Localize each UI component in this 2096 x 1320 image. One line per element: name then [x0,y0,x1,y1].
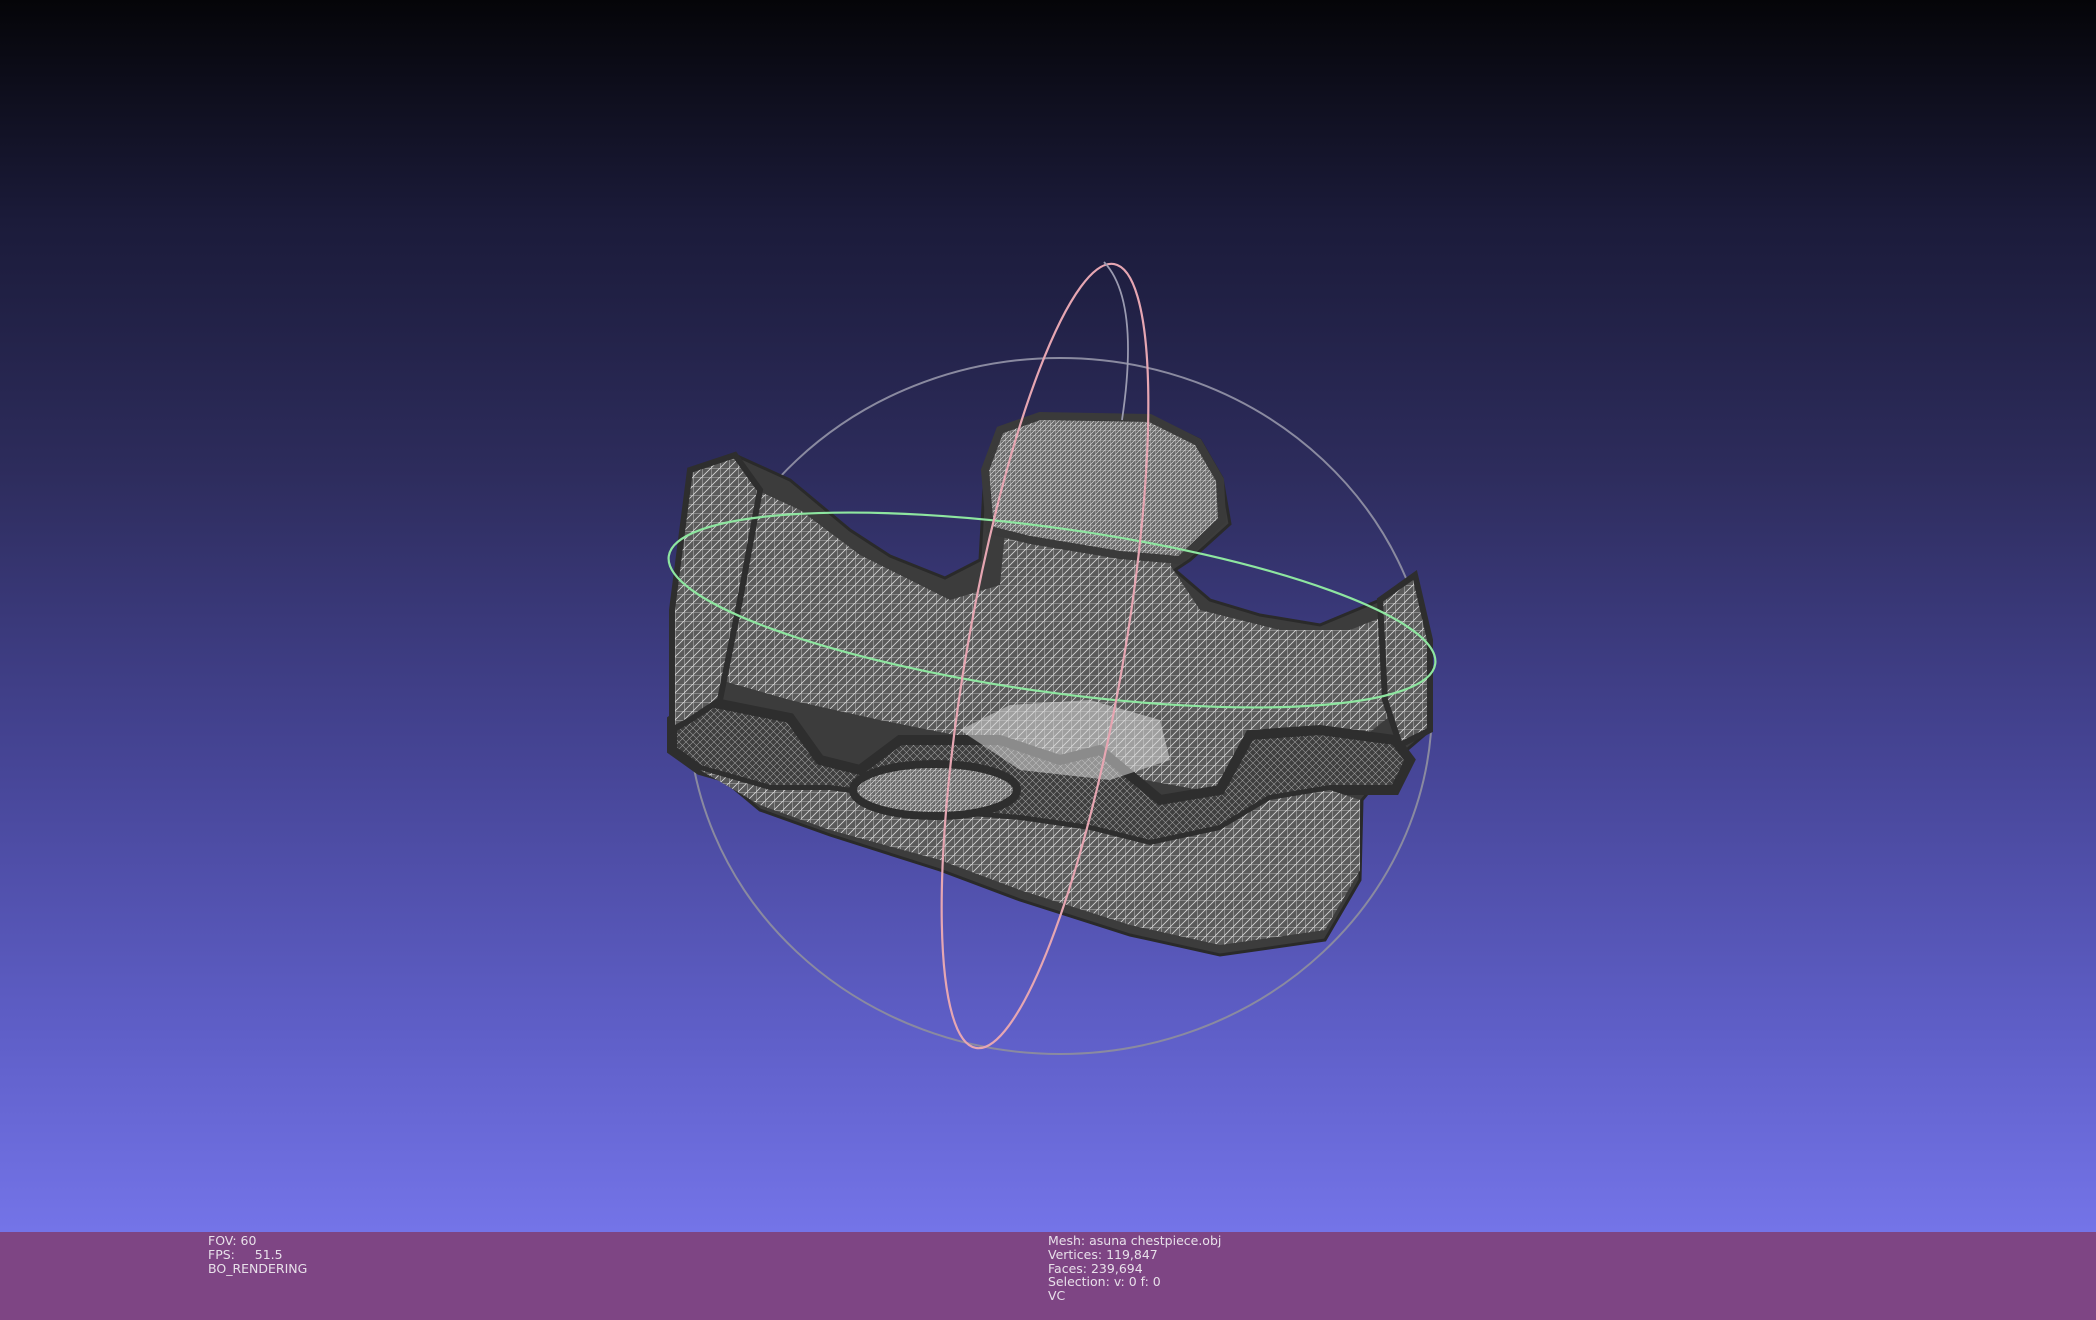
fps-line: FPS: 51.5 [208,1246,307,1262]
vertices-line: Vertices: 119,847 [1048,1246,1221,1262]
fov-value: 60 [240,1233,257,1248]
mesh-line: Mesh: asuna chestpiece.obj [1048,1234,1221,1248]
vertices-label: Vertices: [1048,1246,1103,1262]
3d-viewport[interactable] [0,0,2096,1232]
mesh-info: Mesh: asuna chestpiece.obj Vertices: 119… [1048,1234,1221,1303]
selection-label: Selection: [1048,1274,1110,1290]
render-mode: BO_RENDERING [208,1260,308,1276]
faces-label: Faces: [1048,1260,1087,1276]
selection-line: Selection: v: 0 f: 0 [1048,1275,1221,1289]
fov-label: FOV: [208,1233,237,1248]
mesh-scene[interactable] [0,0,2096,1232]
mesh-top-tab [980,411,1227,565]
mesh-oval-detail [849,760,1021,820]
fov-line: FOV: 60 [208,1234,307,1248]
faces-line: Faces: 239,694 [1048,1260,1221,1276]
selection-value: v: 0 f: 0 [1113,1274,1161,1290]
trackball-x-ring-back [1103,261,1129,421]
vertices-value: 119,847 [1106,1246,1158,1262]
status-info-bar: FOV: 60 FPS: 51.5 BO_RENDERING Mesh: asu… [0,1232,2096,1320]
fps-value: 51.5 [254,1246,283,1262]
mesh-label: Mesh: [1048,1233,1086,1248]
render-info: FOV: 60 FPS: 51.5 BO_RENDERING [208,1234,307,1275]
color-mode: VC [1048,1288,1066,1304]
mesh-name: asuna chestpiece.obj [1089,1233,1222,1248]
faces-value: 239,694 [1090,1260,1143,1276]
fps-label: FPS: [208,1246,235,1262]
mesh-model[interactable] [667,411,1433,957]
